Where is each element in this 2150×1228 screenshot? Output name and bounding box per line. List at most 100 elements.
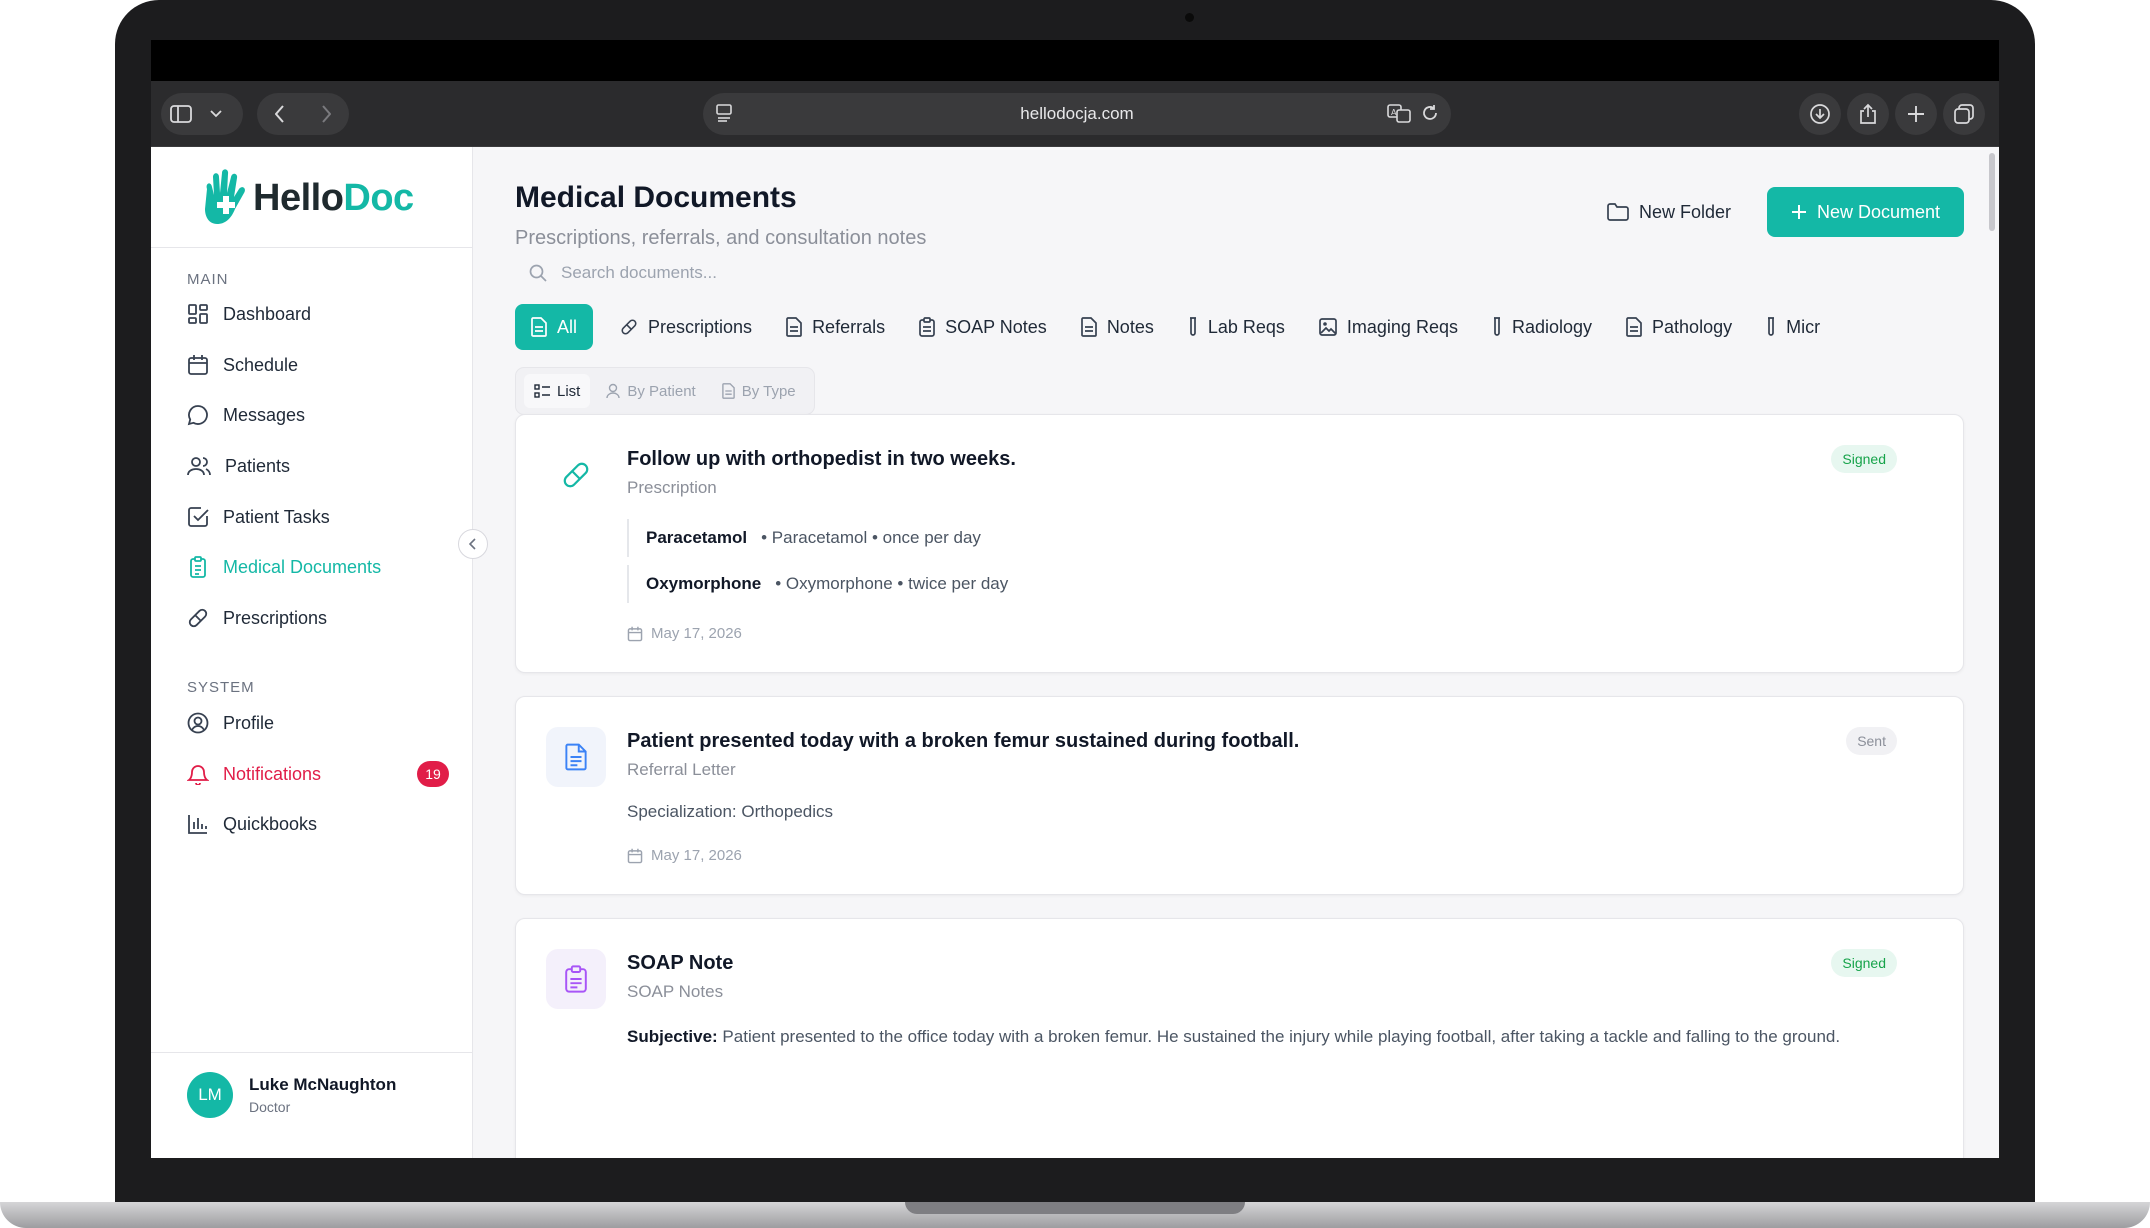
new-folder-label: New Folder (1639, 201, 1732, 222)
sidebar-item-profile[interactable]: Profile (187, 703, 449, 743)
sidebar-item-notifications[interactable]: Notifications 19 (187, 754, 449, 794)
new-document-label: New Document (1816, 201, 1941, 222)
document-date: May 17, 2026 (627, 625, 742, 642)
clipboard-icon (190, 556, 206, 578)
document-type-icon (546, 949, 606, 1009)
sidebar-item-patients[interactable]: Patients (187, 446, 449, 486)
sidebar-item-label: Quickbooks (223, 813, 318, 834)
status-badge: Signed (1831, 445, 1897, 473)
sidebar-item-label: Patient Tasks (223, 506, 330, 527)
document-icon (531, 317, 547, 337)
bell-icon (187, 765, 209, 785)
document-icon (721, 383, 735, 399)
section-label-main: MAIN (187, 271, 229, 288)
sidebar-item-label: Prescriptions (223, 607, 328, 628)
download-icon[interactable] (1799, 93, 1841, 135)
folder-icon (1607, 203, 1629, 221)
sidebar: HelloDoc MAIN Dashboard Schedule Message… (151, 147, 473, 1158)
address-bar[interactable]: hellodocja.com A (703, 93, 1451, 135)
calendar-icon (627, 848, 643, 863)
sidebar-item-label: Dashboard (223, 303, 312, 324)
sidebar-item-quickbooks[interactable]: Quickbooks (187, 804, 449, 844)
status-badge: Signed (1831, 949, 1897, 977)
pill-icon (188, 608, 208, 628)
tab-lab-reqs[interactable]: Lab Reqs (1171, 304, 1302, 350)
collapse-sidebar-button[interactable] (458, 529, 488, 559)
page-title: Medical Documents (515, 181, 797, 214)
sidebar-item-label: Notifications (223, 763, 322, 784)
view-by-type-button[interactable]: By Type (712, 374, 806, 408)
share-icon[interactable] (1847, 93, 1889, 135)
hellodoc-logo[interactable]: HelloDoc (199, 167, 414, 229)
search-placeholder: Search documents... (561, 263, 717, 282)
medication-row: Paracetamol • Paracetamol • once per day (627, 519, 981, 557)
sidebar-item-dashboard[interactable]: Dashboard (187, 294, 449, 334)
hand-cross-logo-icon (205, 169, 245, 224)
image-icon (1319, 318, 1337, 336)
view-list-button[interactable]: List (524, 374, 591, 408)
tab-prescriptions[interactable]: Prescriptions (603, 304, 769, 350)
tab-pathology[interactable]: Pathology (1609, 304, 1749, 350)
tab-microbiology[interactable]: Micr (1749, 304, 1837, 350)
main-content: Medical Documents Prescriptions, referra… (474, 147, 1999, 1158)
clipboard-icon (565, 965, 587, 993)
subjective-text: Subjective: Patient presented to the off… (627, 1024, 1897, 1050)
url-text: hellodocja.com (1020, 104, 1134, 123)
clipboard-icon (919, 317, 935, 337)
divider (151, 247, 473, 248)
new-folder-button[interactable]: New Folder (1607, 187, 1731, 237)
forward-icon[interactable] (303, 93, 349, 135)
users-icon (187, 457, 211, 476)
user-profile[interactable]: LM Luke McNaughton Doctor (187, 1072, 396, 1118)
page-subtitle: Prescriptions, referrals, and consultati… (515, 227, 927, 249)
test-tube-icon (1493, 317, 1500, 336)
sidebar-toggle-icon[interactable] (161, 93, 201, 135)
new-tab-icon[interactable] (1895, 93, 1937, 135)
back-icon[interactable] (257, 93, 303, 135)
dashboard-icon (188, 304, 208, 324)
sidebar-toggle-group[interactable] (161, 93, 243, 135)
search-input[interactable]: Search documents... (515, 251, 1115, 295)
sidebar-item-label: Messages (223, 404, 306, 425)
laptop-notch (905, 1202, 1245, 1214)
chevron-down-icon[interactable] (201, 93, 231, 135)
tab-imaging-reqs[interactable]: Imaging Reqs (1302, 304, 1475, 350)
tab-referrals[interactable]: Referrals (769, 304, 902, 350)
checkbox-icon (188, 507, 209, 527)
sidebar-item-messages[interactable]: Messages (187, 395, 449, 435)
tab-notes[interactable]: Notes (1064, 304, 1171, 350)
scrollbar[interactable] (1989, 153, 1995, 231)
document-type-icon (546, 727, 606, 787)
document-card[interactable]: Follow up with orthopedist in two weeks.… (515, 414, 1964, 673)
document-title: Patient presented today with a broken fe… (627, 730, 1300, 752)
test-tube-icon (1189, 317, 1196, 336)
sidebar-item-patient-tasks[interactable]: Patient Tasks (187, 497, 449, 537)
document-type: SOAP Notes (627, 982, 724, 1001)
tab-soap-notes[interactable]: SOAP Notes (902, 304, 1064, 350)
calendar-icon (627, 626, 643, 641)
tab-overview-icon[interactable] (1943, 93, 1985, 135)
list-icon (534, 384, 550, 398)
subjective-label: Subjective: (627, 1027, 718, 1046)
document-icon (565, 743, 587, 771)
document-icon (786, 317, 802, 337)
new-document-button[interactable]: New Document (1767, 187, 1964, 237)
document-card[interactable]: Patient presented today with a broken fe… (515, 696, 1964, 895)
sidebar-item-label: Schedule (223, 354, 299, 375)
user-circle-icon (187, 712, 209, 734)
sidebar-item-schedule[interactable]: Schedule (187, 345, 449, 385)
sidebar-item-medical-documents[interactable]: Medical Documents (187, 547, 449, 587)
user-name: Luke McNaughton (249, 1075, 397, 1094)
view-by-patient-button[interactable]: By Patient (596, 374, 705, 408)
document-icon (1080, 317, 1097, 337)
message-icon (187, 405, 208, 426)
tab-radiology[interactable]: Radiology (1475, 304, 1609, 350)
sidebar-item-label: Patients (225, 455, 291, 476)
document-card[interactable]: SOAP Note SOAP Notes Signed Subjective: … (515, 918, 1964, 1158)
translate-icon[interactable]: A (1387, 103, 1411, 128)
document-title: SOAP Note (627, 952, 734, 974)
svg-text:A: A (1391, 108, 1397, 117)
reload-icon[interactable] (1421, 103, 1439, 128)
tab-all[interactable]: All (515, 304, 594, 350)
sidebar-item-prescriptions[interactable]: Prescriptions (187, 598, 449, 638)
